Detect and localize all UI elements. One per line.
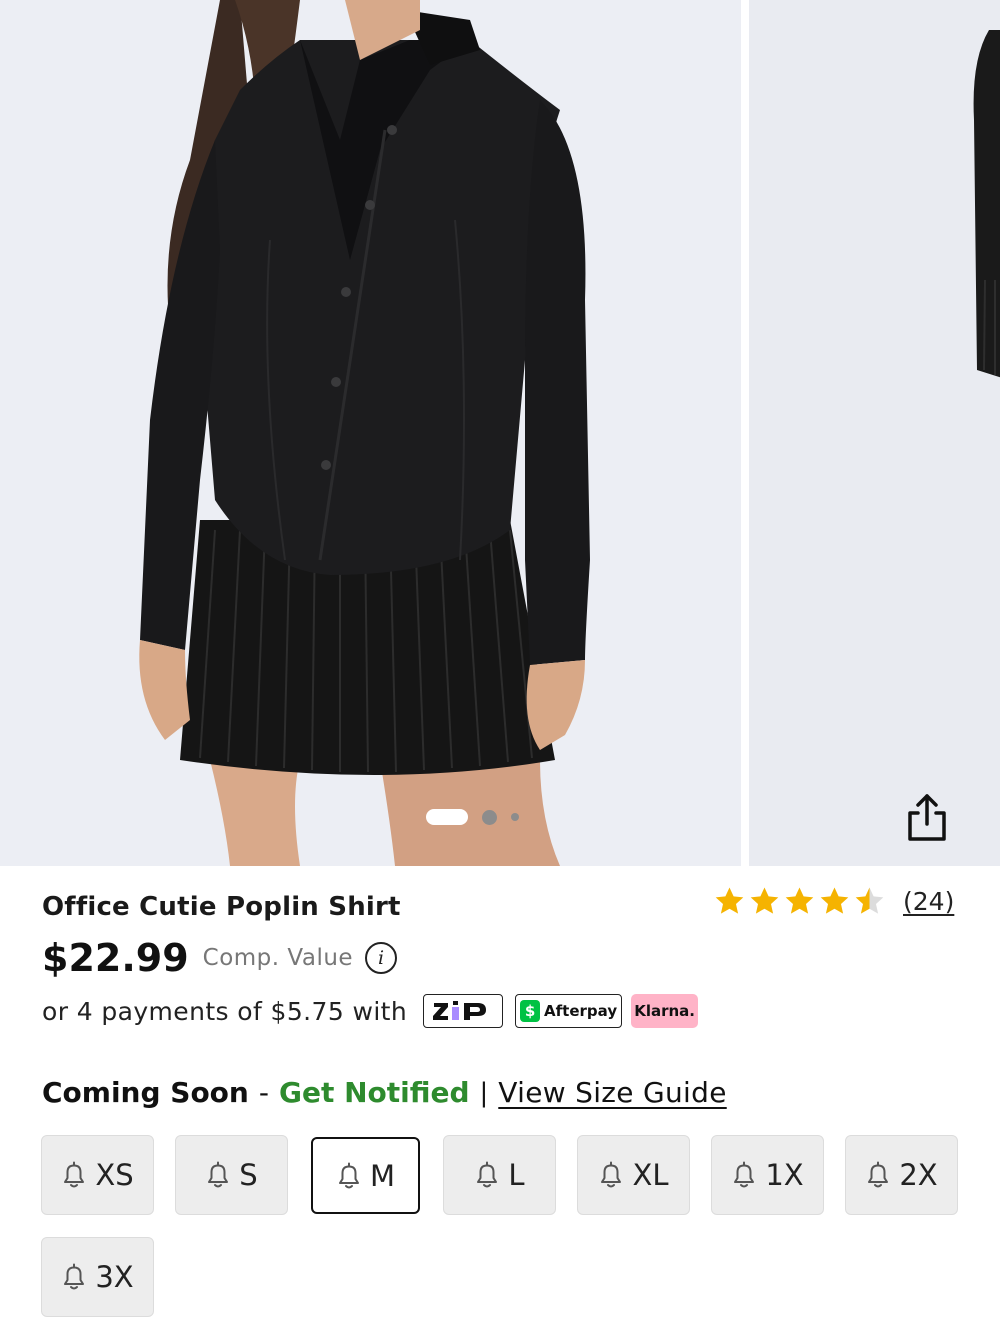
size-option-xl[interactable]: XL (577, 1135, 690, 1215)
product-image-gallery[interactable] (0, 0, 1000, 866)
share-icon (908, 794, 946, 841)
installment-payments: or 4 payments of $5.75 with $ Afterpay K… (42, 994, 699, 1028)
gallery-pagination (426, 808, 519, 826)
bell-icon (205, 1161, 231, 1189)
size-label: 2X (899, 1158, 938, 1192)
size-label: L (508, 1158, 525, 1192)
bell-icon (336, 1162, 362, 1190)
zip-badge[interactable] (423, 994, 504, 1028)
pagination-dot[interactable] (511, 813, 519, 821)
size-option-2x[interactable]: 2X (845, 1135, 958, 1215)
size-option-l[interactable]: L (443, 1135, 556, 1215)
installment-text: or 4 payments of $5.75 with (42, 996, 408, 1026)
size-label: XL (632, 1158, 669, 1192)
bell-icon (731, 1161, 757, 1189)
price-row: $22.99 Comp. Value i (42, 936, 398, 980)
size-label: M (369, 1158, 396, 1193)
pagination-dot-active[interactable] (426, 809, 468, 825)
zip-logo-icon (433, 1001, 487, 1020)
size-label: 1X (765, 1158, 804, 1192)
product-image-main[interactable] (0, 0, 741, 866)
pipe-separator: | (479, 1077, 489, 1108)
comp-value-label: Comp. Value (202, 945, 354, 971)
review-count-link[interactable]: (24) (903, 887, 954, 916)
rating-stars (714, 886, 885, 917)
star-icon (855, 887, 884, 914)
size-label: 3X (95, 1260, 134, 1294)
coming-soon-label: Coming Soon (42, 1076, 249, 1109)
size-option-xs[interactable]: XS (41, 1135, 154, 1215)
model-photo (0, 0, 741, 866)
product-title: Office Cutie Poplin Shirt (42, 892, 401, 922)
size-option-s[interactable]: S (175, 1135, 288, 1215)
klarna-badge[interactable]: Klarna. (631, 994, 699, 1028)
star-icon (715, 887, 744, 914)
pagination-dot[interactable] (482, 809, 497, 825)
bell-icon (61, 1263, 87, 1291)
cash-app-icon: $ (520, 1000, 541, 1022)
bell-icon (474, 1161, 500, 1189)
size-label: S (239, 1158, 258, 1192)
size-option-1x[interactable]: 1X (711, 1135, 824, 1215)
size-label: XS (95, 1158, 134, 1192)
star-icon (785, 887, 814, 914)
dash-separator: - (258, 1076, 269, 1109)
share-button[interactable] (897, 788, 957, 848)
product-price: $22.99 (42, 936, 189, 980)
view-size-guide-link[interactable]: View Size Guide (498, 1076, 726, 1109)
size-availability-row: Coming Soon - Get Notified | View Size G… (42, 1076, 727, 1109)
product-rating[interactable]: (24) (714, 886, 954, 917)
bell-icon (865, 1161, 891, 1189)
get-notified-link[interactable]: Get Notified (279, 1076, 470, 1109)
info-icon[interactable]: i (365, 942, 398, 974)
bell-icon (598, 1161, 624, 1189)
afterpay-label: Afterpay (544, 1002, 618, 1020)
size-option-m[interactable]: M (311, 1137, 420, 1214)
star-icon (820, 887, 849, 914)
bell-icon (61, 1161, 87, 1189)
star-icon (750, 887, 779, 914)
model-photo-next (749, 0, 1000, 866)
afterpay-badge[interactable]: $ Afterpay (515, 994, 623, 1028)
product-image-next[interactable] (749, 0, 1000, 866)
size-option-3x[interactable]: 3X (41, 1237, 154, 1317)
